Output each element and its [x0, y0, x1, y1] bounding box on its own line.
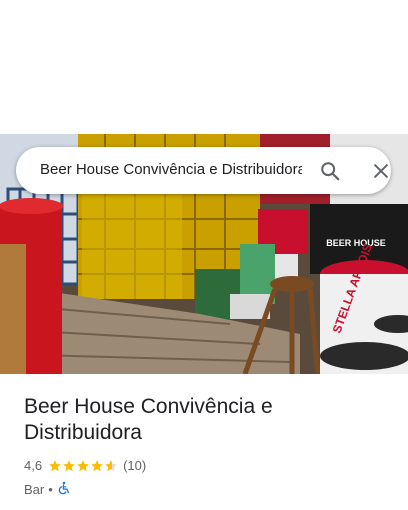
map-blank-area	[0, 0, 408, 134]
star-icon	[63, 459, 75, 471]
search-bar[interactable]: Beer House Convivência e Distribuidora	[16, 147, 391, 194]
search-button[interactable]	[315, 156, 345, 186]
category-label: Bar	[24, 482, 45, 497]
rating-row[interactable]: 4,6 (10)	[24, 458, 394, 473]
star-icon	[49, 459, 61, 471]
wheelchair-accessible-icon	[57, 481, 71, 498]
star-icon	[105, 459, 117, 471]
search-input[interactable]: Beer House Convivência e Distribuidora	[40, 161, 302, 178]
category-row: Bar •	[24, 481, 394, 498]
star-icon	[77, 459, 89, 471]
review-count[interactable]: (10)	[123, 458, 146, 473]
clear-search-button[interactable]	[366, 156, 396, 186]
photo-sign-text: BEER HOUSE	[326, 238, 386, 248]
rating-value: 4,6	[24, 458, 43, 473]
place-title: Beer House Convivência e Distribuidora	[24, 395, 273, 444]
close-icon	[374, 164, 388, 178]
search-icon	[321, 162, 340, 181]
category-separator: •	[48, 482, 53, 497]
star-rating	[48, 459, 118, 473]
place-info-panel: Beer House Convivência e Distribuidora 4…	[24, 394, 394, 498]
star-icon	[91, 459, 103, 471]
